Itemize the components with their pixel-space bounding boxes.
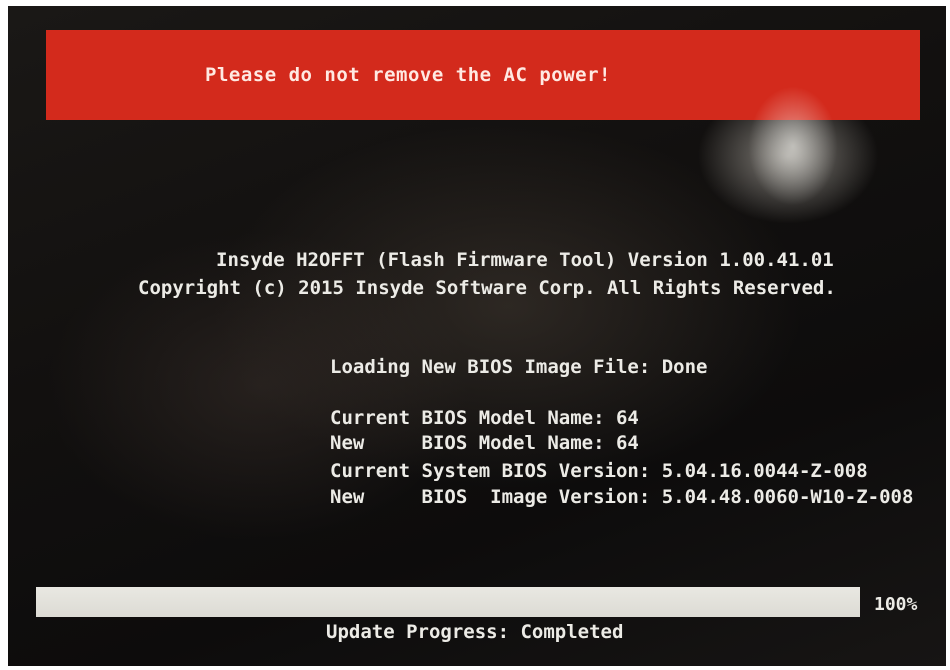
warning-banner: Please do not remove the AC power!: [46, 30, 920, 120]
current-bios-model-line: Current BIOS Model Name: 64: [330, 407, 639, 429]
progress-bar-fill: [36, 587, 860, 617]
new-bios-model-line: New BIOS Model Name: 64: [330, 432, 639, 454]
copyright-line: Copyright (c) 2015 Insyde Software Corp.…: [138, 277, 836, 299]
new-bios-version-line: New BIOS Image Version: 5.04.48.0060-W10…: [330, 486, 914, 508]
warning-banner-text: Please do not remove the AC power!: [205, 64, 611, 86]
loading-status-line: Loading New BIOS Image File: Done: [330, 356, 708, 378]
progress-percent: 100%: [874, 594, 918, 615]
tool-version-line: Insyde H2OFFT (Flash Firmware Tool) Vers…: [216, 249, 834, 271]
firmware-update-screen: Please do not remove the AC power! Insyd…: [8, 6, 946, 666]
progress-bar: [36, 587, 860, 617]
progress-status-line: Update Progress: Completed: [326, 621, 624, 643]
current-bios-version-line: Current System BIOS Version: 5.04.16.004…: [330, 460, 868, 482]
